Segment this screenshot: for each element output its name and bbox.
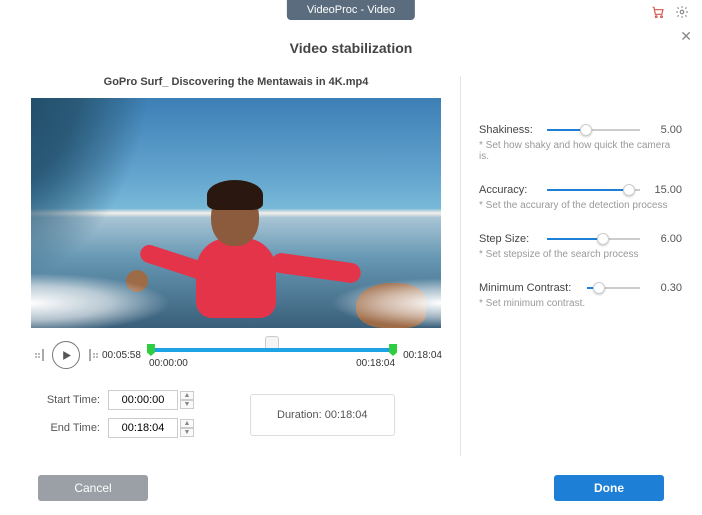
start-time-stepper[interactable]: ▲▼ — [180, 391, 194, 409]
step-fwd-icon[interactable] — [84, 346, 102, 364]
duration-box: Duration: 00:18:04 — [250, 394, 395, 436]
range-start-label: 00:00:00 — [149, 358, 188, 369]
contrast-label: Minimum Contrast: — [479, 282, 579, 294]
close-icon[interactable]: ✕ — [680, 28, 692, 45]
step-back-icon[interactable] — [30, 346, 48, 364]
file-name: GoPro Surf_ Discovering the Mentawais in… — [30, 76, 442, 88]
done-button[interactable]: Done — [554, 475, 664, 501]
range-start-handle[interactable] — [147, 344, 155, 356]
stepsize-value: 6.00 — [648, 233, 682, 245]
cart-icon[interactable] — [650, 4, 666, 20]
range-end-handle[interactable] — [389, 344, 397, 356]
start-time-label: Start Time: — [30, 394, 100, 406]
contrast-value: 0.30 — [648, 282, 682, 294]
shakiness-hint: * Set how shaky and how quick the camera… — [479, 140, 682, 162]
cancel-button[interactable]: Cancel — [38, 475, 148, 501]
contrast-hint: * Set minimum contrast. — [479, 298, 682, 309]
accuracy-label: Accuracy: — [479, 184, 539, 196]
accuracy-hint: * Set the accurary of the detection proc… — [479, 200, 682, 211]
end-time-input[interactable] — [108, 418, 178, 438]
stepsize-label: Step Size: — [479, 233, 539, 245]
accuracy-value: 15.00 — [648, 184, 682, 196]
stepsize-hint: * Set stepsize of the search process — [479, 249, 682, 260]
shakiness-value: 5.00 — [648, 124, 682, 136]
timeline-pos: 00:05:58 — [102, 350, 141, 361]
range-end-label: 00:18:04 — [356, 358, 395, 369]
accuracy-slider[interactable] — [547, 189, 640, 191]
start-time-input[interactable] — [108, 390, 178, 410]
app-title: VideoProc - Video — [287, 0, 415, 20]
stepsize-slider[interactable] — [547, 238, 640, 240]
page-title: Video stabilization — [0, 40, 702, 56]
contrast-slider[interactable] — [587, 287, 640, 289]
timeline-track[interactable]: 00:00:00 00:18:04 — [149, 338, 395, 372]
gear-icon[interactable] — [674, 4, 690, 20]
play-button[interactable] — [52, 341, 80, 369]
end-time-stepper[interactable]: ▲▼ — [180, 419, 194, 437]
end-time-label: End Time: — [30, 422, 100, 434]
timeline-total: 00:18:04 — [403, 350, 442, 361]
shakiness-label: Shakiness: — [479, 124, 539, 136]
shakiness-slider[interactable] — [547, 129, 640, 131]
video-preview[interactable] — [31, 98, 441, 328]
